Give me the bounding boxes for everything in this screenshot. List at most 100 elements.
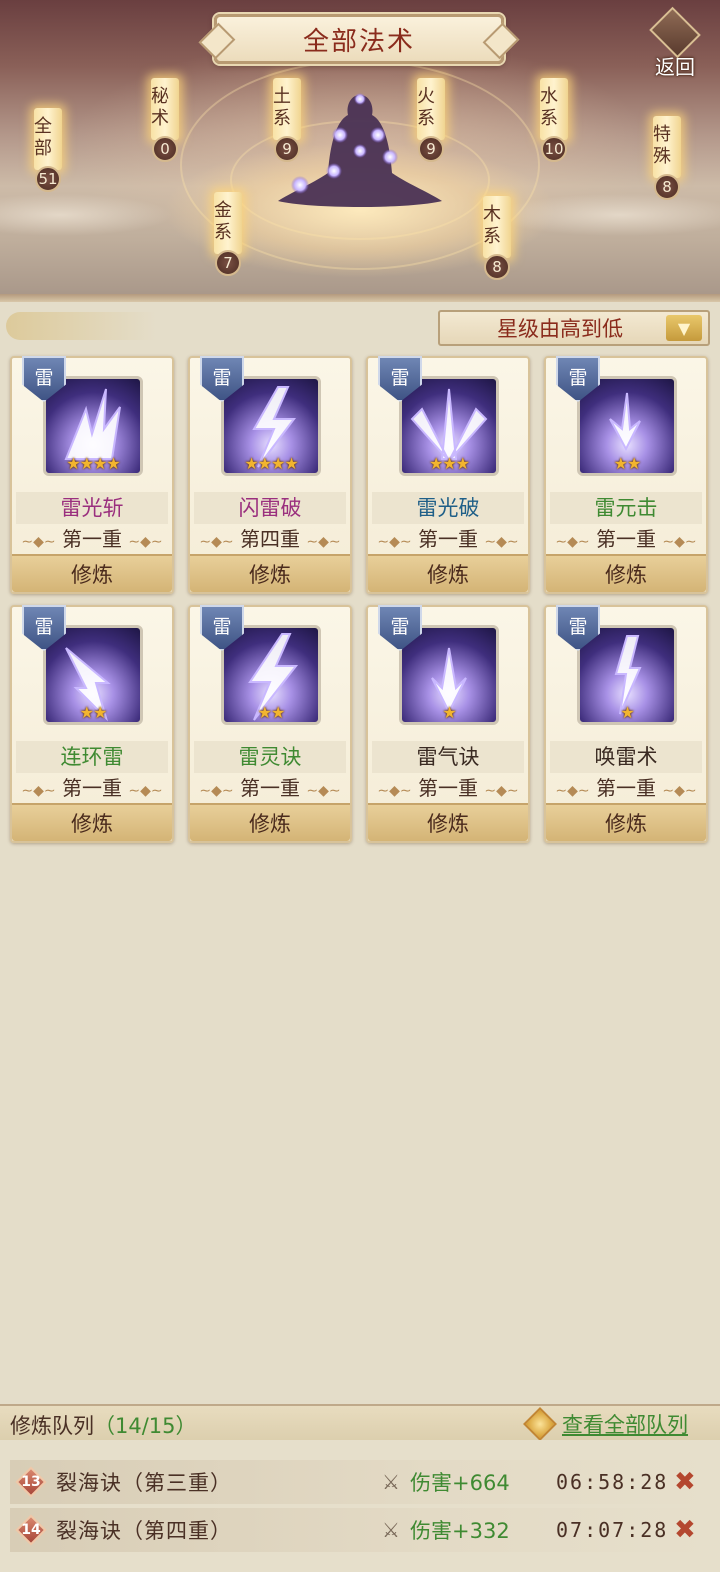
spell-name: 连环雷 [16, 741, 168, 773]
spell-name: 雷元击 [550, 492, 702, 524]
queue-index: 13 [21, 1474, 41, 1490]
category-tab-water[interactable]: 水系 10 [537, 78, 571, 162]
ornament-left-icon: ∼◆∼ [199, 783, 234, 799]
ornament-left-icon: ∼◆∼ [377, 783, 412, 799]
star-rating: ★★ [257, 703, 286, 722]
page-title: 全部法术 [214, 14, 504, 64]
banner-cloth: 木系 [483, 196, 511, 258]
spell-level-text: 第一重 [418, 527, 478, 551]
spell-name: 闪雷破 [194, 492, 346, 524]
spell-level-text: 第一重 [596, 527, 656, 551]
ornament-left-icon: ∼◆∼ [555, 783, 590, 799]
element-label: 雷 [390, 367, 410, 389]
category-tab-fire[interactable]: 火系 9 [414, 78, 448, 162]
train-button[interactable]: 修炼 [190, 803, 350, 841]
ornament-right-icon: ∼◆∼ [662, 783, 697, 799]
queue-effect: 伤害+332 [410, 1519, 510, 1543]
train-button[interactable]: 修炼 [12, 803, 172, 841]
spell-card[interactable]: 雷 ★★ 连环雷 ∼◆∼ 第一重 ∼◆∼ 修炼 [10, 605, 174, 843]
spell-level: ∼◆∼ 第一重 ∼◆∼ [550, 524, 702, 554]
header-scene: 全部法术 返回 全部 51 秘术 0 土系 9 火系 9 水系 10 特殊 8 … [0, 0, 720, 300]
banner-cloth: 火系 [417, 78, 445, 140]
queue-timer: 07:07:28 [556, 1518, 669, 1542]
queue-effect: 伤害+664 [410, 1471, 510, 1495]
spell-card[interactable]: 雷 ★★★★ 雷光斩 ∼◆∼ 第一重 ∼◆∼ 修炼 [10, 356, 174, 594]
spell-level: ∼◆∼ 第一重 ∼◆∼ [16, 524, 168, 554]
category-tab-earth[interactable]: 土系 9 [270, 78, 304, 162]
banner-cloth: 金系 [214, 192, 242, 254]
star-rating: ★ [620, 703, 634, 722]
queue-spell-name: 裂海诀（第三重） [56, 1471, 232, 1495]
star-rating: ★ [442, 703, 456, 722]
train-button[interactable]: 修炼 [368, 803, 528, 841]
search-icon [523, 1407, 557, 1441]
category-label: 全部 [34, 116, 52, 159]
spell-name: 雷光破 [372, 492, 524, 524]
spell-card[interactable]: 雷 ★★★★ 闪雷破 ∼◆∼ 第四重 ∼◆∼ 修炼 [188, 356, 352, 594]
category-tab-special[interactable]: 特殊 8 [650, 116, 684, 200]
ornament-right-icon: ∼◆∼ [306, 783, 341, 799]
category-tab-secret[interactable]: 秘术 0 [148, 78, 182, 162]
spell-name: 雷气诀 [372, 741, 524, 773]
element-label: 雷 [212, 616, 232, 638]
category-count: 8 [484, 254, 510, 280]
sort-selected-label: 星级由高到低 [497, 317, 623, 341]
spell-level: ∼◆∼ 第一重 ∼◆∼ [372, 524, 524, 554]
back-button[interactable]: 返回 [640, 6, 710, 80]
queue-index-badge: 13 [15, 1466, 47, 1498]
queue-index-badge: 14 [15, 1514, 47, 1546]
element-label: 雷 [390, 616, 410, 638]
ornament-right-icon: ∼◆∼ [662, 534, 697, 550]
spell-level-text: 第一重 [596, 776, 656, 800]
spell-level: ∼◆∼ 第四重 ∼◆∼ [194, 524, 346, 554]
star-rating: ★★★★ [244, 454, 298, 473]
spell-card[interactable]: 雷 ★ 雷气诀 ∼◆∼ 第一重 ∼◆∼ 修炼 [366, 605, 530, 843]
category-label: 秘术 [151, 86, 169, 129]
train-button[interactable]: 修炼 [190, 554, 350, 592]
ornament-right-icon: ∼◆∼ [306, 534, 341, 550]
category-count: 9 [418, 136, 444, 162]
spell-card[interactable]: 雷 ★★ 雷灵诀 ∼◆∼ 第一重 ∼◆∼ 修炼 [188, 605, 352, 843]
banner-cloth: 土系 [273, 78, 301, 140]
train-button[interactable]: 修炼 [368, 554, 528, 592]
category-tab-wood[interactable]: 木系 8 [480, 196, 514, 280]
ornament-left-icon: ∼◆∼ [21, 783, 56, 799]
banner-cloth: 全部 [34, 108, 62, 170]
category-count: 8 [654, 174, 680, 200]
category-tab-all[interactable]: 全部 51 [31, 108, 65, 192]
spell-name: 雷灵诀 [194, 741, 346, 773]
spell-name: 唤雷术 [550, 741, 702, 773]
category-label: 土系 [273, 86, 291, 129]
queue-row: 13 裂海诀（第三重） ⚔ 伤害+664 06:58:28 ✖ [10, 1460, 710, 1504]
train-button[interactable]: 修炼 [546, 803, 706, 841]
spell-level: ∼◆∼ 第一重 ∼◆∼ [194, 773, 346, 803]
spell-level: ∼◆∼ 第一重 ∼◆∼ [550, 773, 702, 803]
spell-card[interactable]: 雷 ★ 唤雷术 ∼◆∼ 第一重 ∼◆∼ 修炼 [544, 605, 708, 843]
spell-level-text: 第一重 [418, 776, 478, 800]
train-button[interactable]: 修炼 [12, 554, 172, 592]
spell-level: ∼◆∼ 第一重 ∼◆∼ [16, 773, 168, 803]
ornament-right-icon: ∼◆∼ [128, 783, 163, 799]
category-count: 0 [152, 136, 178, 162]
spell-name: 雷光斩 [16, 492, 168, 524]
cancel-icon[interactable]: ✖ [674, 1467, 696, 1497]
element-label: 雷 [568, 367, 588, 389]
queue-row: 14 裂海诀（第四重） ⚔ 伤害+332 07:07:28 ✖ [10, 1508, 710, 1552]
spell-level-text: 第四重 [240, 527, 300, 551]
cancel-icon[interactable]: ✖ [674, 1515, 696, 1545]
star-rating: ★★ [613, 454, 642, 473]
queue-title-text: 修炼队列 [10, 1414, 94, 1438]
view-all-queue-link[interactable]: 查看全部队列 [523, 1407, 688, 1441]
queue-count: （14/15） [94, 1414, 197, 1438]
banner-cloth: 特殊 [653, 116, 681, 178]
train-button[interactable]: 修炼 [546, 554, 706, 592]
element-label: 雷 [568, 616, 588, 638]
sort-dropdown[interactable]: 星级由高到低 ▼ [438, 310, 710, 346]
training-queue-header: 修炼队列（14/15） 查看全部队列 [0, 1404, 720, 1441]
spell-level-text: 第一重 [62, 527, 122, 551]
spell-card[interactable]: 雷 ★★ 雷元击 ∼◆∼ 第一重 ∼◆∼ 修炼 [544, 356, 708, 594]
cloud-scroll-ornament [6, 312, 156, 340]
category-tab-metal[interactable]: 金系 7 [211, 192, 245, 276]
category-label: 金系 [214, 200, 232, 243]
spell-card[interactable]: 雷 ★★★ 雷光破 ∼◆∼ 第一重 ∼◆∼ 修炼 [366, 356, 530, 594]
